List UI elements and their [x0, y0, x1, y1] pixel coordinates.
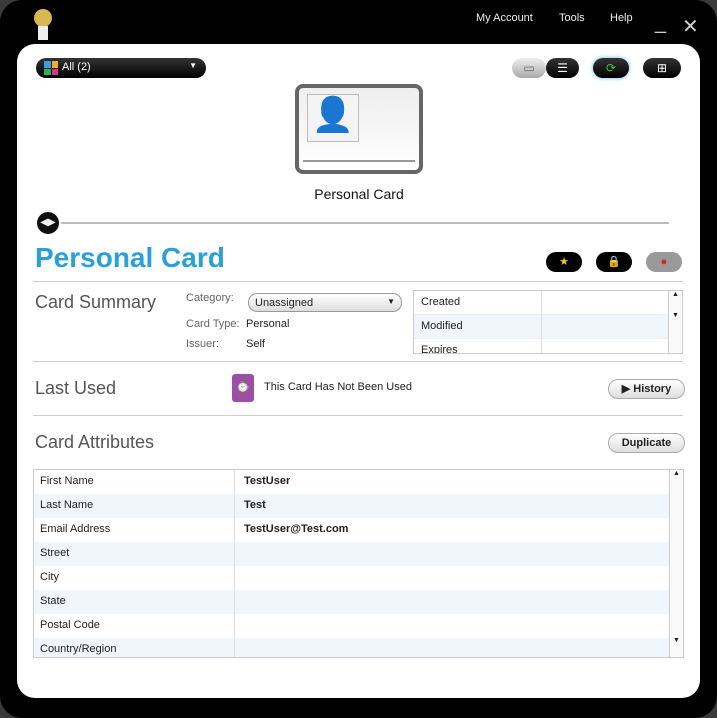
attribute-value[interactable]: Test	[235, 494, 266, 518]
attribute-name: Last Name	[34, 494, 235, 518]
attribute-value[interactable]	[235, 542, 244, 566]
attributes-scrollbar[interactable]: ▲ ▼	[669, 470, 683, 657]
filter-label: All (2)	[62, 61, 91, 73]
category-dropdown[interactable]: Unassigned ▼	[248, 293, 402, 312]
issuer-label: Issuer:	[186, 338, 220, 350]
attribute-value[interactable]: TestUser@Test.com	[235, 518, 348, 542]
card-type-label: Card Type:	[186, 318, 240, 330]
card-summary-heading: Card Summary	[35, 292, 157, 312]
attribute-name: Street	[34, 542, 235, 566]
date-row: Created	[414, 291, 682, 315]
attribute-row[interactable]: First Name TestUser	[34, 470, 683, 494]
main-panel: All (2) ▼ ▭ ☰ ⟳ ⊞ 👤 Personal Card ◀▶ Per…	[17, 44, 700, 698]
attribute-value[interactable]	[235, 566, 244, 590]
page-title: Personal Card	[35, 242, 225, 273]
history-button[interactable]: ▶ History	[608, 379, 685, 399]
card-type-value: Personal	[246, 318, 290, 330]
attribute-row[interactable]: Email Address TestUser@Test.com	[34, 518, 683, 542]
last-used-text: This Card Has Not Been Used	[264, 381, 412, 393]
attribute-row[interactable]: State	[34, 590, 683, 614]
attribute-name: State	[34, 590, 235, 614]
card-slider-handle[interactable]: ◀▶	[37, 212, 59, 234]
lock-icon[interactable]: 🔒	[596, 252, 632, 272]
attribute-name: Country/Region	[34, 638, 235, 657]
category-filter-dropdown[interactable]: All (2) ▼	[36, 58, 206, 78]
attribute-row[interactable]: Postal Code	[34, 614, 683, 638]
attribute-name: First Name	[34, 470, 235, 494]
attribute-value[interactable]	[235, 614, 244, 638]
categories-icon	[44, 61, 58, 75]
app-window: My Account Tools Help _ ✕ All (2) ▼ ▭ ☰ …	[0, 0, 717, 718]
history-label: History	[633, 383, 672, 395]
menu-help[interactable]: Help	[610, 12, 633, 24]
tile-view-button[interactable]: ▭	[512, 58, 546, 78]
attribute-name: Email Address	[34, 518, 235, 542]
date-row: Expires	[414, 339, 682, 353]
menu-my-account[interactable]: My Account	[476, 12, 533, 24]
watch-icon: ⌚	[232, 374, 254, 402]
menu-tools[interactable]: Tools	[559, 12, 585, 24]
duplicate-button[interactable]: Duplicate	[608, 433, 685, 453]
last-used-heading: Last Used	[35, 378, 117, 398]
card-attributes-heading: Card Attributes	[35, 432, 155, 452]
add-card-button[interactable]: ⊞	[643, 58, 681, 78]
app-logo	[26, 4, 60, 44]
attribute-value[interactable]	[235, 590, 244, 614]
dates-table: Created Modified Expires ▲ ▼	[413, 290, 683, 354]
refresh-icon[interactable]: ⟳	[593, 58, 629, 78]
close-button[interactable]: ✕	[682, 14, 699, 39]
chevron-down-icon: ▼	[189, 61, 197, 70]
date-row: Modified	[414, 315, 682, 339]
card-slider-track[interactable]	[61, 222, 669, 224]
attribute-value[interactable]: TestUser	[235, 470, 290, 494]
category-label: Category:	[186, 292, 234, 304]
list-view-button[interactable]: ☰	[546, 58, 579, 78]
delete-icon[interactable]: ●	[646, 252, 682, 272]
card-thumbnail[interactable]: 👤	[295, 84, 423, 174]
dates-scrollbar[interactable]: ▲ ▼	[668, 291, 682, 353]
attributes-table: First Name TestUser Last Name Test Email Add…	[33, 469, 684, 658]
category-value: Unassigned	[255, 297, 314, 309]
attribute-value[interactable]	[235, 638, 244, 657]
favorite-star-icon[interactable]: ★	[546, 252, 582, 272]
user-avatar-icon: 👤	[307, 94, 359, 142]
attribute-row[interactable]: City	[34, 566, 683, 590]
attribute-row[interactable]: Street	[34, 542, 683, 566]
minimize-button[interactable]: _	[655, 12, 666, 35]
attribute-name: City	[34, 566, 235, 590]
attribute-row[interactable]: Country/Region	[34, 638, 683, 657]
attribute-row[interactable]: Last Name Test	[34, 494, 683, 518]
card-thumbnail-label: Personal Card	[314, 186, 404, 202]
issuer-value: Self	[246, 338, 265, 350]
chevron-down-icon: ▼	[387, 297, 395, 306]
attribute-name: Postal Code	[34, 614, 235, 638]
